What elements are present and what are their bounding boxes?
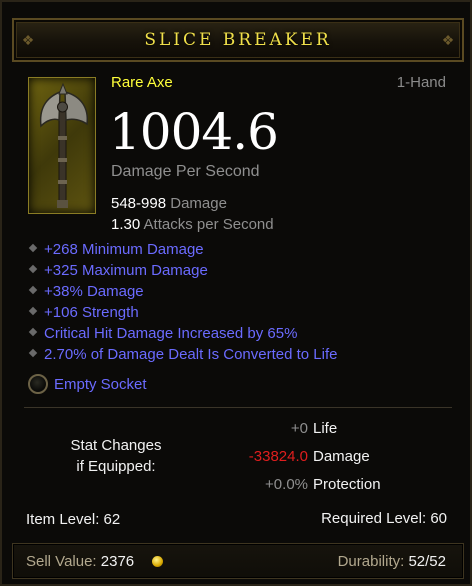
durability: Durability: 52/52: [338, 553, 446, 570]
stat-change-row-life: +0 Life: [2, 420, 472, 440]
stat-change-row-damage: -33824.0 Damage: [2, 448, 472, 468]
stat-change-value: +0.0%: [265, 476, 308, 493]
affix-bullet-icon: [28, 243, 38, 253]
stat-change-label: Damage: [313, 448, 370, 465]
affix-bullet-icon: [28, 306, 38, 316]
item-level-label: Item Level:: [26, 511, 100, 528]
affix-bullet-icon: [28, 348, 38, 358]
title-flourish-left-icon: ❖: [21, 32, 35, 48]
item-level-value: 62: [103, 511, 121, 528]
stat-change-value: -33824.0: [248, 448, 308, 465]
affix-bullet-icon: [28, 264, 38, 274]
gold-coin-icon: [152, 556, 163, 567]
affix-line: +106 Strength: [28, 304, 139, 321]
damage-range-label: Damage: [170, 195, 227, 212]
attack-speed-label: Attacks per Second: [143, 216, 274, 233]
affix-bullet-icon: [28, 285, 38, 295]
socket-label: Empty Socket: [54, 376, 147, 393]
attack-speed-value: 1.30: [111, 216, 141, 233]
item-name: SLICE BREAKER: [144, 30, 332, 50]
stat-change-label: Life: [313, 420, 338, 437]
required-level: Required Level: 60: [321, 510, 447, 527]
affix-text: Critical Hit Damage Increased by 65%: [44, 325, 298, 342]
sell-value-label: Sell Value:: [26, 553, 97, 570]
affix-line: +325 Maximum Damage: [28, 262, 208, 279]
affix-text: +106 Strength: [44, 304, 139, 321]
title-flourish-right-icon: ❖: [441, 32, 455, 48]
attack-speed-line: 1.30 Attacks per Second: [111, 216, 274, 233]
affix-line: 2.70% of Damage Dealt Is Converted to Li…: [28, 346, 338, 363]
affix-text: 2.70% of Damage Dealt Is Converted to Li…: [44, 346, 338, 363]
affix-text: +325 Maximum Damage: [44, 262, 208, 279]
required-level-value: 60: [430, 510, 447, 527]
axe-icon: [28, 77, 96, 214]
item-slot: 1-Hand: [396, 74, 446, 91]
damage-range-value: 548-998: [111, 195, 167, 212]
stat-change-value: +0: [290, 420, 308, 437]
item-tooltip: ❖ SLICE BREAKER ❖ Rare Axe 1-Hand 1004.6…: [0, 0, 472, 586]
sell-value-amount: 2376: [100, 553, 135, 570]
affix-line: +268 Minimum Damage: [28, 241, 204, 258]
stat-change-row-protection: +0.0% Protection: [2, 476, 472, 496]
item-level: Item Level: 62: [26, 511, 120, 528]
dps-value: 1004.6: [109, 103, 279, 161]
item-type: Rare Axe: [111, 74, 173, 91]
durability-value: 52/52: [408, 553, 446, 570]
affix-line: Critical Hit Damage Increased by 65%: [28, 325, 298, 342]
affix-bullet-icon: [28, 327, 38, 337]
item-title-bar: ❖ SLICE BREAKER ❖: [12, 18, 464, 62]
sell-value: Sell Value: 2376: [26, 553, 134, 570]
affix-line: +38% Damage: [28, 283, 144, 300]
stat-change-label: Protection: [313, 476, 381, 493]
damage-range-line: 548-998 Damage: [111, 195, 227, 212]
affix-text: +268 Minimum Damage: [44, 241, 204, 258]
required-level-label: Required Level:: [321, 510, 427, 527]
socket-icon: [28, 374, 48, 394]
durability-label: Durability:: [337, 553, 405, 570]
section-divider: [24, 407, 452, 408]
dps-label: Damage Per Second: [111, 163, 260, 180]
affix-text: +38% Damage: [44, 283, 144, 300]
